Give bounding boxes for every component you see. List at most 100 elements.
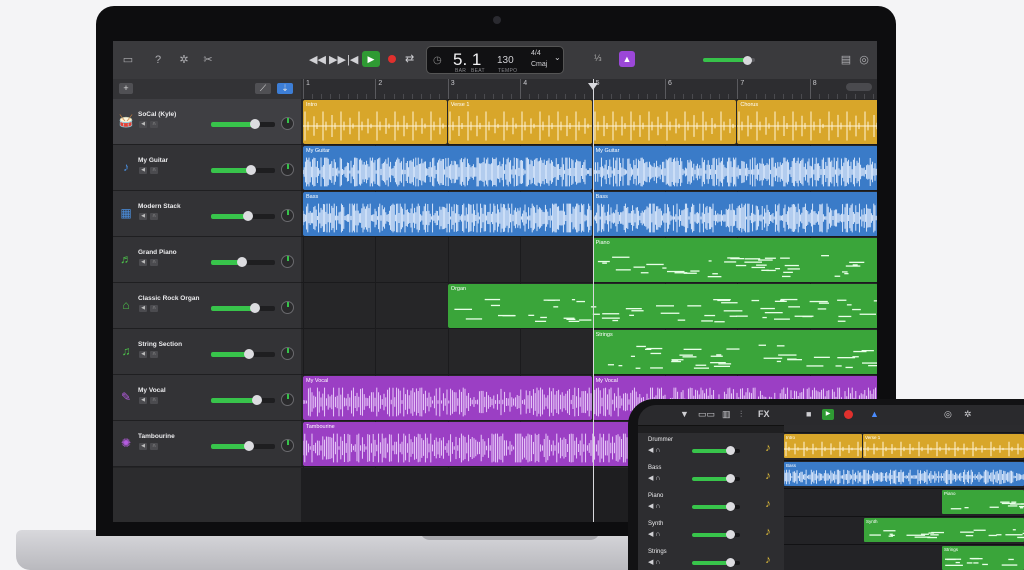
piano-region[interactable]: Piano (592, 238, 877, 282)
iphone-volume-knob[interactable] (726, 474, 735, 483)
cycle-icon[interactable]: ⇄ (405, 52, 414, 65)
iphone-track-header[interactable]: Strings ◀ ∩ ♪ (638, 545, 784, 570)
track-volume-knob[interactable] (244, 441, 254, 451)
mute-icon[interactable]: ◀ (139, 213, 147, 220)
track-header[interactable]: ✺ Tambourine ◀ ∩ (113, 421, 301, 467)
headphones-icon[interactable]: ∩ (150, 443, 158, 450)
track-volume-knob[interactable] (250, 119, 260, 129)
drummer-region[interactable]: Verse 1 (447, 100, 592, 144)
track-header[interactable]: ♬ Grand Piano ◀ ∩ (113, 237, 301, 283)
drummer-region[interactable] (592, 100, 737, 144)
tuner-icon[interactable]: ⅓ (594, 53, 602, 63)
editors-icon[interactable]: ✂ (201, 53, 215, 67)
lcd-display[interactable]: ◷ 5. 1 BAR BEAT 130 TEMPO 4/4 Cmaj (426, 46, 564, 74)
iphone-tracks-area[interactable]: Intro Verse 1 Bass Piano Synth Strings (784, 433, 1024, 570)
iphone-track-header[interactable]: Bass ◀ ∩ ♪ (638, 461, 784, 492)
iphone-mute-headphones-icons[interactable]: ◀ ∩ (648, 530, 660, 538)
iphone-strings-region[interactable]: Strings (942, 546, 1024, 570)
settings-icon[interactable]: ✲ (964, 409, 972, 420)
iphone-piano-region[interactable]: Piano (942, 490, 1024, 514)
rewind-icon[interactable]: ◀◀ (309, 53, 326, 66)
track-volume-knob[interactable] (252, 395, 262, 405)
fx-button[interactable]: FX (758, 409, 770, 419)
track-header[interactable]: ✎ My Vocal ◀ ∩ (113, 375, 301, 421)
track-header[interactable]: ⌂ Classic Rock Organ ◀ ∩ (113, 283, 301, 329)
track-volume-knob[interactable] (246, 165, 256, 175)
iphone-track-header[interactable]: Synth ◀ ∩ ♪ (638, 517, 784, 548)
vocal-region[interactable]: My Vocal (303, 376, 592, 420)
iphone-bass-region[interactable]: Bass (784, 462, 1024, 486)
loop-browser-icon[interactable]: ◎ (857, 53, 871, 67)
headphones-icon[interactable]: ∩ (150, 351, 158, 358)
iphone-track-header[interactable]: Piano ◀ ∩ ♪ (638, 489, 784, 520)
filter-icon[interactable]: ⇣ (277, 83, 293, 94)
fast-forward-icon[interactable]: ▶▶ (329, 53, 346, 66)
iphone-mute-headphones-icons[interactable]: ◀ ∩ (648, 502, 660, 510)
bass-region[interactable]: Bass (592, 192, 877, 236)
smart-controls-icon[interactable]: ✲ (177, 53, 191, 67)
record-button[interactable] (388, 55, 396, 63)
go-to-start-icon[interactable]: |◀ (347, 53, 358, 66)
mute-icon[interactable]: ◀ (139, 351, 147, 358)
zoom-slider[interactable] (846, 83, 872, 91)
mute-icon[interactable]: ◀ (139, 167, 147, 174)
mixer-icon[interactable]: ⫶ (740, 409, 742, 420)
strings-region[interactable]: Strings (592, 330, 877, 374)
iphone-synth-region[interactable]: Synth (864, 518, 1024, 542)
play-button[interactable]: ▶ (362, 51, 380, 67)
iphone-volume-knob[interactable] (726, 502, 735, 511)
drummer-region[interactable]: Chorus (737, 100, 877, 144)
headphones-icon[interactable]: ∩ (150, 213, 158, 220)
drummer-region[interactable]: Intro (303, 100, 447, 144)
help-icon[interactable]: ? (151, 53, 165, 67)
iphone-track-header[interactable]: Drummer ◀ ∩ ♪ (638, 433, 784, 464)
track-header[interactable]: ♫ String Section ◀ ∩ (113, 329, 301, 375)
iphone-mute-headphones-icons[interactable]: ◀ ∩ (648, 558, 660, 566)
mute-icon[interactable]: ◀ (139, 397, 147, 404)
iphone-mute-headphones-icons[interactable]: ◀ ∩ (648, 446, 660, 454)
library-icon[interactable]: ▭ (121, 53, 135, 67)
loop-icon[interactable]: ◎ (944, 409, 952, 420)
track-view-icon[interactable]: ▭▭ (698, 409, 715, 420)
iphone-ruler[interactable] (784, 425, 1024, 433)
track-volume-knob[interactable] (243, 211, 253, 221)
stop-icon[interactable]: ■ (806, 409, 811, 419)
headphones-icon[interactable]: ∩ (150, 121, 158, 128)
iphone-drummer-region[interactable]: Verse 1 (863, 434, 1024, 458)
playhead-handle[interactable] (588, 83, 598, 90)
iphone-record-button[interactable] (844, 410, 853, 419)
iphone-volume-knob[interactable] (726, 558, 735, 567)
track-header[interactable]: ▦ Modern Stack ◀ ∩ (113, 191, 301, 237)
track-header[interactable]: 🥁 SoCal (Kyle) ◀ ∩ (113, 99, 301, 145)
bass-region[interactable]: Bass (303, 192, 592, 236)
notepad-icon[interactable]: ▤ (839, 53, 853, 67)
add-track-button[interactable]: + (119, 83, 133, 94)
browser-dropdown-icon[interactable]: ▼ (680, 409, 689, 419)
mute-icon[interactable]: ◀ (139, 443, 147, 450)
iphone-play-button[interactable]: ▶ (822, 409, 834, 420)
metronome-icon[interactable]: ▲ (870, 409, 879, 419)
guitar-region[interactable]: My Guitar (592, 146, 877, 190)
master-volume-knob[interactable] (743, 56, 752, 65)
iphone-drummer-region[interactable]: Intro (784, 434, 862, 458)
iphone-mute-headphones-icons[interactable]: ◀ ∩ (648, 474, 660, 482)
headphones-icon[interactable]: ∩ (150, 167, 158, 174)
track-header[interactable]: ♪ My Guitar ◀ ∩ (113, 145, 301, 191)
organ-region[interactable]: Organ (447, 284, 877, 328)
mute-icon[interactable]: ◀ (139, 121, 147, 128)
headphones-icon[interactable]: ∩ (150, 305, 158, 312)
lcd-dropdown-icon[interactable]: ⌄ (554, 53, 561, 62)
headphones-icon[interactable]: ∩ (150, 397, 158, 404)
keyboard-icon[interactable]: ▥ (722, 409, 731, 420)
iphone-volume-knob[interactable] (726, 446, 735, 455)
track-volume-knob[interactable] (244, 349, 254, 359)
count-in-button[interactable]: ▲ (619, 51, 635, 67)
iphone-volume-knob[interactable] (726, 530, 735, 539)
mute-icon[interactable]: ◀ (139, 305, 147, 312)
mute-icon[interactable]: ◀ (139, 259, 147, 266)
track-volume-knob[interactable] (250, 303, 260, 313)
track-volume-knob[interactable] (237, 257, 247, 267)
headphones-icon[interactable]: ∩ (150, 259, 158, 266)
automation-icon[interactable]: ⟋ (255, 83, 271, 94)
playhead[interactable] (593, 79, 594, 522)
